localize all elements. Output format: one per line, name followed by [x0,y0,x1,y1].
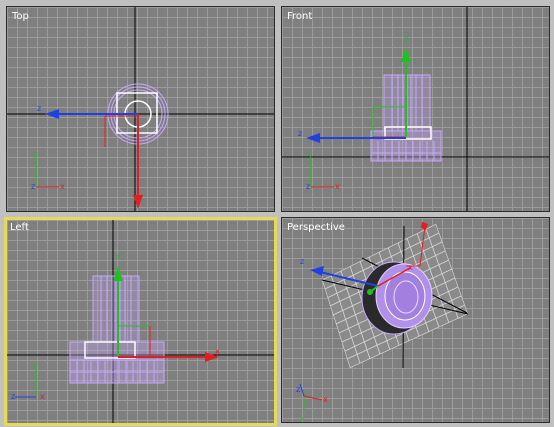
svg-text:y: y [116,251,121,260]
viewport-label-front[interactable]: Front [287,11,312,23]
left-viewport-canvas[interactable]: y x y x z [7,220,274,423]
viewport-label-perspective[interactable]: Perspective [287,222,345,234]
mini-axis-tripod: y x z [11,360,45,401]
axis-label-z: z [37,104,41,113]
svg-text:z: z [296,385,300,394]
svg-text:y: y [33,360,38,369]
svg-text:z: z [300,257,304,266]
viewport-top[interactable]: z y x z Top [6,6,275,212]
viewport-layout: z y x z Top y z y x z Front y x y x z Le… [0,0,554,427]
mini-axis-tripod: z x y [296,383,328,422]
svg-text:y: y [404,33,409,42]
perspective-viewport-canvas[interactable]: z x z x y [282,218,550,423]
viewport-label-top[interactable]: Top [12,11,29,23]
svg-text:y: y [33,150,38,159]
object-cylinder-top [92,275,140,343]
svg-text:x: x [60,182,65,191]
viewport-front[interactable]: y z y x z Front [281,6,550,212]
svg-text:z: z [306,182,310,191]
svg-text:z: z [298,129,302,138]
svg-text:z: z [31,182,35,191]
svg-text:x: x [323,395,328,404]
svg-text:x: x [335,182,340,191]
front-viewport-canvas[interactable]: y z y x z [282,7,550,212]
mini-axis-tripod: y x z [31,150,65,191]
svg-text:x: x [408,263,413,272]
viewport-perspective[interactable]: z x z x y Perspective [281,217,550,423]
svg-text:z: z [11,392,15,401]
gizmo-z-axis: z [37,104,138,119]
viewport-left[interactable]: y x y x z Left [4,217,277,426]
svg-text:x: x [40,392,45,401]
svg-text:y: y [308,150,313,159]
svg-text:x: x [215,347,220,356]
top-viewport-canvas[interactable]: z y x z [7,7,275,212]
svg-text:y: y [300,413,305,422]
mini-axis-tripod: y x z [306,150,340,191]
viewport-label-left[interactable]: Left [10,222,29,234]
